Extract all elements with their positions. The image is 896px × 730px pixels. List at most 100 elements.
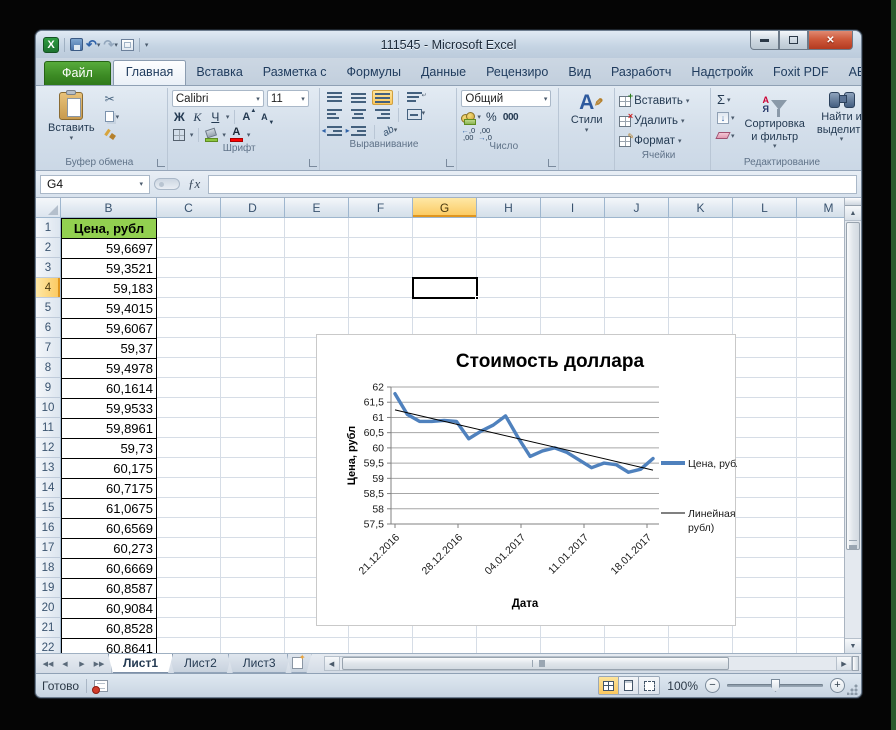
formula-bar-collapse[interactable] (154, 178, 180, 190)
delete-cells-button[interactable]: Удалить▾ (619, 112, 706, 130)
cell-B15[interactable]: 61,0675 (62, 499, 156, 519)
column-header-K[interactable]: K (669, 198, 733, 217)
bold-button[interactable]: Ж (172, 109, 187, 125)
font-color-dropdown[interactable]: ▾ (247, 131, 251, 139)
underline-button[interactable]: Ч (208, 109, 223, 125)
cell-B8[interactable]: 59,4978 (62, 359, 156, 379)
row-header-8[interactable]: 8 (36, 358, 61, 378)
sort-filter-button[interactable]: АЯ Сортировка и фильтр▾ (741, 90, 809, 157)
row-header-22[interactable]: 22 (36, 638, 61, 653)
autosum-button[interactable]: Σ▾ (715, 92, 737, 107)
find-select-button[interactable]: Найти и выделить▾ (813, 90, 862, 157)
sheet-tab-Лист1[interactable]: Лист1 (108, 654, 173, 673)
vertical-scroll-thumb[interactable] (846, 222, 860, 550)
tab-Рецензиро[interactable]: Рецензиро (476, 61, 558, 85)
active-cell-outline[interactable] (412, 277, 478, 299)
save-icon[interactable] (70, 38, 83, 51)
increase-decimal-button[interactable]: ←,0,00 (461, 127, 475, 141)
scroll-up-icon[interactable]: ▲ (845, 206, 861, 221)
row-header-21[interactable]: 21 (36, 618, 61, 638)
switch-windows-icon[interactable] (121, 39, 134, 51)
cell-B9[interactable]: 60,1614 (62, 379, 156, 399)
sheet-tab-Лист3[interactable]: Лист3 (228, 654, 291, 673)
name-box[interactable]: G4▾ (40, 175, 150, 194)
undo-icon[interactable]: ↶▾ (86, 37, 100, 53)
fill-button[interactable]: ↓▾ (715, 110, 737, 125)
row-header-6[interactable]: 6 (36, 318, 61, 338)
zoom-slider[interactable] (727, 684, 823, 687)
horizontal-scroll-thumb[interactable] (342, 657, 729, 670)
column-header-G[interactable]: G (413, 198, 477, 217)
maximize-button[interactable] (779, 31, 808, 50)
redo-icon[interactable]: ↷▾ (103, 37, 117, 53)
align-left-button[interactable] (324, 107, 345, 122)
tab-Разметка с[interactable]: Разметка с (253, 61, 337, 85)
cell-B17[interactable]: 60,273 (62, 539, 156, 559)
formula-input[interactable] (208, 175, 857, 194)
increase-indent-button[interactable]: ▸ (348, 124, 369, 139)
cell-B19[interactable]: 60,8587 (62, 579, 156, 599)
row-header-18[interactable]: 18 (36, 558, 61, 578)
excel-logo-icon[interactable]: X (43, 37, 59, 53)
row-header-3[interactable]: 3 (36, 258, 61, 278)
styles-button[interactable]: А✎ Стили ▾ (567, 90, 607, 137)
tab-Вид[interactable]: Вид (558, 61, 601, 85)
zoom-slider-thumb[interactable] (771, 679, 780, 692)
vertical-scrollbar[interactable]: ▲ ▼ (844, 198, 861, 653)
cell-B21[interactable]: 60,8528 (62, 619, 156, 639)
column-header-J[interactable]: J (605, 198, 669, 217)
insert-function-icon[interactable]: ƒx (184, 176, 204, 192)
dialog-launcher-icon[interactable] (548, 159, 556, 167)
tab-Foxit PDF[interactable]: Foxit PDF (763, 61, 839, 85)
row-header-11[interactable]: 11 (36, 418, 61, 438)
customize-qat-icon[interactable]: ▾ (145, 41, 149, 49)
dialog-launcher-icon[interactable] (157, 159, 165, 167)
format-cells-button[interactable]: Формат▾ (619, 132, 706, 150)
tab-Надстройк[interactable]: Надстройк (681, 61, 763, 85)
row-header-5[interactable]: 5 (36, 298, 61, 318)
align-right-button[interactable] (372, 107, 393, 122)
cell-B6[interactable]: 59,6067 (62, 319, 156, 339)
fill-color-dropdown[interactable]: ▾ (222, 131, 226, 139)
cell-B20[interactable]: 60,9084 (62, 599, 156, 619)
zoom-out-icon[interactable]: − (705, 678, 720, 693)
percent-style-button[interactable]: % (484, 109, 499, 125)
row-header-13[interactable]: 13 (36, 458, 61, 478)
column-header-E[interactable]: E (285, 198, 349, 217)
decrease-decimal-button[interactable]: ,00→,0 (478, 127, 492, 141)
row-header-12[interactable]: 12 (36, 438, 61, 458)
wrap-text-button[interactable]: ↵ (404, 90, 430, 105)
font-size-combo[interactable]: 11▾ (267, 90, 309, 107)
grow-font-button[interactable]: А▲ (240, 109, 255, 125)
accounting-format-button[interactable]: ▾ (461, 111, 481, 124)
tab-ABBYY PDF[interactable]: ABBYY PDF (839, 61, 862, 85)
horizontal-scroll-track[interactable] (340, 656, 836, 671)
row-header-16[interactable]: 16 (36, 518, 61, 538)
row-header-4[interactable]: 4 (36, 278, 61, 298)
format-painter-button[interactable] (103, 127, 122, 142)
zoom-level[interactable]: 100% (667, 679, 698, 693)
row-header-15[interactable]: 15 (36, 498, 61, 518)
cell-B4[interactable]: 59,183 (62, 279, 156, 299)
cut-button[interactable]: ✂ (103, 91, 122, 106)
decrease-indent-button[interactable]: ◂ (324, 124, 345, 139)
borders-button[interactable] (172, 127, 187, 143)
cell-B5[interactable]: 59,4015 (62, 299, 156, 319)
dialog-launcher-icon[interactable] (446, 159, 454, 167)
last-sheet-icon[interactable]: ▶▶ (91, 656, 107, 671)
row-header-1[interactable]: 1 (36, 218, 61, 238)
scroll-left-icon[interactable]: ◀ (324, 656, 340, 671)
merge-center-button[interactable]: ▾ (404, 107, 429, 122)
macro-record-icon[interactable] (94, 680, 108, 692)
cell-B11[interactable]: 59,8961 (62, 419, 156, 439)
cell-B14[interactable]: 60,7175 (62, 479, 156, 499)
tab-Данные[interactable]: Данные (411, 61, 476, 85)
align-center-button[interactable] (348, 107, 369, 122)
select-all-corner[interactable] (36, 198, 61, 217)
align-top-button[interactable] (324, 90, 345, 105)
fill-color-button[interactable] (204, 127, 219, 143)
comma-style-button[interactable]: 000 (502, 109, 519, 125)
cell-B3[interactable]: 59,3521 (62, 259, 156, 279)
scrollbar-split-box[interactable] (845, 198, 861, 206)
close-button[interactable]: ✕ (808, 31, 853, 50)
